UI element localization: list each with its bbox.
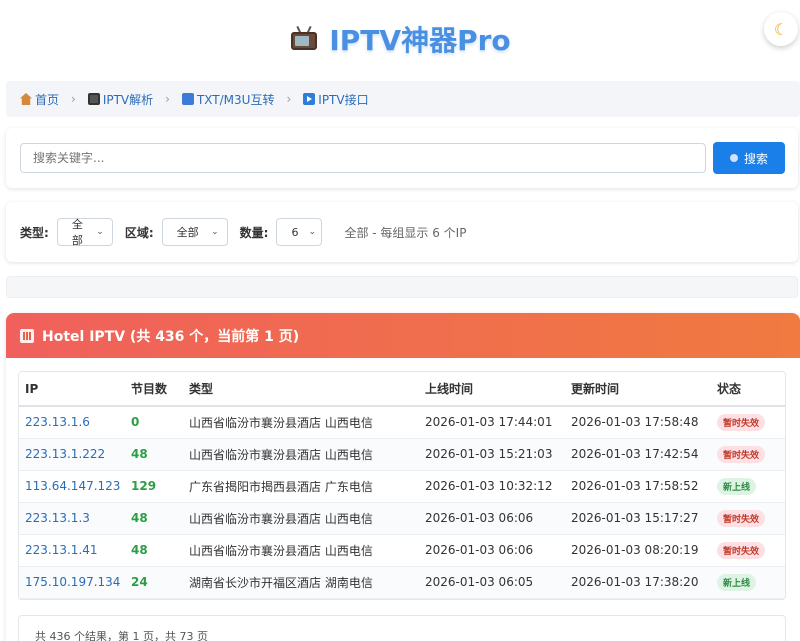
column-header-updated[interactable]: 更新时间 bbox=[565, 372, 711, 407]
online-time: 2026-01-03 17:44:01 bbox=[425, 415, 553, 430]
home-icon bbox=[20, 93, 32, 105]
chevron-down-icon: ⌄ bbox=[308, 227, 316, 237]
online-time: 2026-01-03 10:32:12 bbox=[425, 479, 553, 493]
breadcrumb-txt-m3u[interactable]: TXT/M3U互转 bbox=[181, 91, 275, 108]
panel-header: Hotel IPTV (共 436 个，当前第 1 页) bbox=[6, 313, 800, 358]
theme-toggle-button[interactable]: ☾ bbox=[764, 12, 798, 46]
table-row: 223.13.1.41 48 山西省临汾市襄汾县酒店 山西电信 2026-01-03 … bbox=[19, 534, 785, 567]
region-filter-label: 区域: bbox=[124, 225, 154, 240]
channel-count: 129 bbox=[131, 479, 157, 493]
type-cell: 山西省临汾市襄汾县酒店 山西电信 bbox=[189, 415, 373, 430]
column-header-type[interactable]: 类型 bbox=[183, 372, 419, 407]
count-filter-value: 6 bbox=[291, 225, 299, 239]
ip-link[interactable]: 175.10.197.134 bbox=[25, 575, 120, 589]
type-cell: 湖南省长沙市开福区酒店 湖南电信 bbox=[189, 575, 373, 590]
search-icon bbox=[729, 154, 738, 162]
updated-time: 2026-01-03 17:58:48 bbox=[571, 415, 699, 430]
channel-count: 24 bbox=[131, 575, 148, 589]
moon-icon: ☾ bbox=[773, 19, 789, 39]
breadcrumb-home[interactable]: 首页 bbox=[20, 91, 59, 108]
search-button-label: 搜索 bbox=[743, 151, 768, 166]
type-cell: 广东省揭阳市揭西县酒店 广东电信 bbox=[189, 479, 373, 494]
breadcrumb-home-label: 首页 bbox=[35, 92, 60, 107]
channel-count: 48 bbox=[131, 447, 148, 461]
chevron-down-icon: ⌄ bbox=[96, 227, 104, 237]
page-title: IPTV神器Pro bbox=[289, 19, 511, 59]
count-filter-select[interactable]: 6 ⌄ bbox=[276, 218, 323, 246]
channel-count: 48 bbox=[131, 511, 148, 525]
search-input[interactable] bbox=[20, 143, 706, 173]
status-badge: 新上线 bbox=[717, 573, 757, 591]
table-row: 223.13.1.3 48 山西省临汾市襄汾县酒店 山西电信 2026-01-03 0… bbox=[19, 502, 785, 535]
updated-time: 2026-01-03 17:58:52 bbox=[571, 479, 699, 493]
breadcrumb-separator: › bbox=[71, 92, 76, 106]
swap-icon bbox=[181, 93, 194, 105]
table-row: 175.10.197.134 24 湖南省长沙市开福区酒店 湖南电信 2026-01-… bbox=[19, 566, 785, 599]
pagination-summary: 共 436 个结果，第 1 页，共 73 页 bbox=[18, 615, 786, 641]
breadcrumb-txt-m3u-label: TXT/M3U互转 bbox=[196, 92, 275, 107]
online-time: 2026-01-03 15:21:03 bbox=[425, 447, 553, 461]
type-filter-select[interactable]: 全部 ⌄ bbox=[56, 218, 113, 247]
channel-count: 48 bbox=[131, 543, 148, 557]
iptv-table: IP 节目数 类型 上线时间 更新时间 状态 223.13.1.6 0 山西省临汾市… bbox=[18, 371, 786, 600]
type-filter-value: 全部 bbox=[71, 218, 83, 247]
type-cell: 山西省临汾市襄汾县酒店 山西电信 bbox=[189, 543, 373, 558]
page-title-text: IPTV神器Pro bbox=[329, 24, 511, 57]
play-icon bbox=[303, 93, 316, 105]
column-header-count[interactable]: 节目数 bbox=[125, 372, 183, 407]
filter-summary: 全部 - 每组显示 6 个IP bbox=[344, 225, 467, 240]
table-row: 223.13.1.6 0 山西省临汾市襄汾县酒店 山西电信 2026-01-03 17… bbox=[19, 406, 785, 439]
empty-status-bar bbox=[6, 276, 798, 298]
chevron-down-icon: ⌄ bbox=[211, 227, 219, 237]
status-badge: 暂时失效 bbox=[717, 541, 766, 559]
ip-link[interactable]: 223.13.1.41 bbox=[25, 543, 98, 557]
status-badge: 暂时失效 bbox=[717, 413, 766, 431]
status-badge: 暂时失效 bbox=[717, 445, 766, 463]
region-filter-value: 全部 bbox=[176, 226, 199, 239]
breadcrumb-separator: › bbox=[165, 92, 170, 106]
panel-title: Hotel IPTV (共 436 个，当前第 1 页) bbox=[42, 328, 300, 345]
table-header-row: IP 节目数 类型 上线时间 更新时间 状态 bbox=[19, 372, 785, 407]
breadcrumb-iptv-api[interactable]: IPTV接口 bbox=[303, 91, 369, 108]
search-card: 搜索 bbox=[6, 128, 798, 188]
ip-link[interactable]: 223.13.1.3 bbox=[25, 511, 90, 525]
filter-card: 类型: 全部 ⌄ 区域: 全部 ⌄ 数量: 6 ⌄ 全部 - 每组显示 6 个I… bbox=[6, 202, 798, 262]
table-row: 113.64.147.123 129 广东省揭阳市揭西县酒店 广东电信 2026-01… bbox=[19, 470, 785, 503]
column-header-online[interactable]: 上线时间 bbox=[419, 372, 565, 407]
table-row: 223.13.1.222 48 山西省临汾市襄汾县酒店 山西电信 2026-01-03… bbox=[19, 438, 785, 471]
status-badge: 暂时失效 bbox=[717, 509, 766, 527]
count-filter-label: 数量: bbox=[239, 225, 269, 240]
updated-time: 2026-01-03 15:17:27 bbox=[571, 511, 699, 525]
updated-time: 2026-01-03 17:38:20 bbox=[571, 575, 699, 589]
type-filter-label: 类型: bbox=[20, 225, 49, 240]
updated-time: 2026-01-03 08:20:19 bbox=[571, 543, 699, 557]
column-header-ip[interactable]: IP bbox=[19, 372, 125, 407]
online-time: 2026-01-03 06:05 bbox=[425, 575, 534, 589]
type-cell: 山西省临汾市襄汾县酒店 山西电信 bbox=[189, 447, 373, 462]
type-cell: 山西省临汾市襄汾县酒店 山西电信 bbox=[189, 511, 373, 526]
online-time: 2026-01-03 06:06 bbox=[425, 511, 534, 525]
tv-icon bbox=[289, 25, 319, 52]
ip-link[interactable]: 223.13.1.6 bbox=[25, 415, 90, 429]
ip-link[interactable]: 223.13.1.222 bbox=[25, 447, 105, 461]
breadcrumb-separator: › bbox=[286, 92, 292, 106]
tv-icon bbox=[87, 93, 100, 105]
hotel-icon bbox=[20, 328, 34, 343]
column-header-status[interactable]: 状态 bbox=[711, 372, 785, 407]
ip-link[interactable]: 113.64.147.123 bbox=[25, 479, 120, 493]
online-time: 2026-01-03 06:06 bbox=[425, 543, 534, 557]
search-button[interactable]: 搜索 bbox=[713, 142, 785, 174]
region-filter-select[interactable]: 全部 ⌄ bbox=[161, 218, 228, 246]
breadcrumb: 首页 › IPTV解析 › TXT/M3U互转 › IPTV接口 bbox=[6, 81, 800, 117]
breadcrumb-iptv-parse-label: IPTV解析 bbox=[102, 92, 154, 107]
channel-count: 0 bbox=[131, 415, 140, 430]
breadcrumb-iptv-parse[interactable]: IPTV解析 bbox=[87, 91, 154, 108]
breadcrumb-iptv-api-label: IPTV接口 bbox=[318, 92, 369, 107]
hotel-iptv-panel: Hotel IPTV (共 436 个，当前第 1 页) IP 节目数 类型 上… bbox=[6, 313, 800, 641]
page-header: IPTV神器Pro bbox=[0, 0, 800, 78]
status-badge: 新上线 bbox=[717, 477, 757, 495]
updated-time: 2026-01-03 17:42:54 bbox=[571, 447, 699, 461]
